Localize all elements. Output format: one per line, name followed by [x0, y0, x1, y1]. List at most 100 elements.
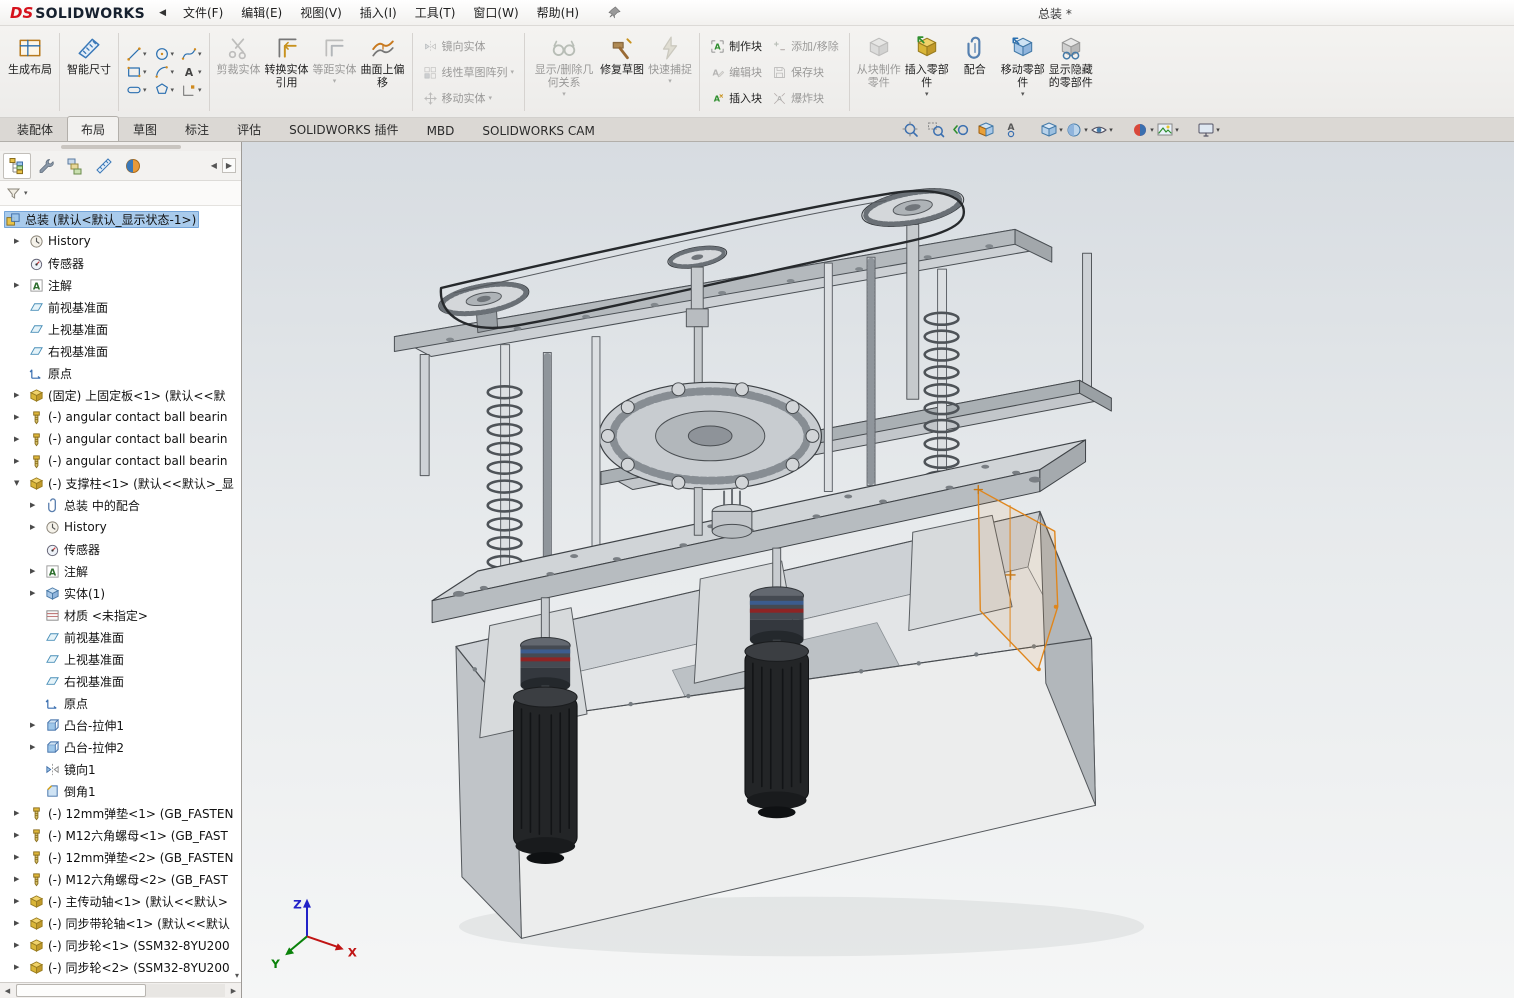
tree-item[interactable]: ▶ (-) angular contact ball bearin	[0, 428, 241, 450]
headsup-view-orientation-button[interactable]: ▾	[1039, 119, 1064, 140]
ribbon-button-show-hidden-components[interactable]: 显示隐藏的零部件	[1047, 29, 1095, 115]
expand-arrow-icon[interactable]: ▶	[14, 435, 27, 443]
ribbon-button-edit-block[interactable]: A 编辑块	[705, 60, 767, 85]
expand-arrow-icon[interactable]: ▶	[14, 281, 27, 289]
tree-item[interactable]: ▶ 总装 中的配合	[0, 494, 241, 516]
dropdown-arrow-icon[interactable]: ▾	[198, 68, 202, 76]
tree-item[interactable]: ▶ 凸台-拉伸1	[0, 714, 241, 736]
menu-item-file[interactable]: 文件(F)	[174, 0, 232, 25]
scroll-right-button[interactable]: ▶	[226, 984, 241, 998]
ribbon-button-insert-block[interactable]: A 插入块	[705, 86, 767, 111]
panel-tab-property-manager[interactable]	[32, 153, 60, 179]
ribbon-button-sketch-point[interactable]: ▾	[179, 82, 204, 98]
panel-tab-configuration-manager[interactable]	[61, 153, 89, 179]
ribbon-button-mate[interactable]: 配合	[951, 29, 999, 115]
tree-item[interactable]: ▼ (-) 支撑柱<1> (默认<<默认>_显	[0, 472, 241, 494]
dropdown-arrow-icon[interactable]: ▾	[171, 86, 175, 94]
tree-item[interactable]: 原点	[0, 692, 241, 714]
ribbon-button-sketch-spline[interactable]: ▾	[179, 46, 204, 62]
ribbon-button-move-component[interactable]: 移动零部件 ▾	[999, 29, 1047, 115]
dropdown-arrow-icon[interactable]: ▾	[1109, 126, 1113, 134]
ribbon-button-repair-sketch[interactable]: 修复草图	[598, 29, 646, 115]
ribbon-button-sketch-circle[interactable]: ▾	[152, 46, 177, 62]
ribbon-tab-5[interactable]: SOLIDWORKS 插件	[275, 116, 412, 141]
tree-item[interactable]: ▶ A 注解	[0, 274, 241, 296]
tree-item[interactable]: ▶ (固定) 上固定板<1> (默认<<默	[0, 384, 241, 406]
dropdown-arrow-icon[interactable]: ▾	[1175, 126, 1179, 134]
tree-item[interactable]: 总装 (默认<默认_显示状态-1>)	[0, 208, 241, 230]
ribbon-button-sketch-rectangle[interactable]: ▾	[124, 64, 149, 80]
ribbon-button-add-remove-entities[interactable]: 添加/移除	[767, 34, 844, 59]
expand-arrow-icon[interactable]: ▶	[14, 963, 27, 971]
tree-item[interactable]: 右视基准面	[0, 670, 241, 692]
tree-item[interactable]: 前视基准面	[0, 296, 241, 318]
expand-arrow-icon[interactable]: ▶	[30, 743, 43, 751]
ribbon-button-sketch-line[interactable]: ▾	[124, 46, 149, 62]
tree-item[interactable]: ▶ (-) angular contact ball bearin	[0, 406, 241, 428]
tree-item[interactable]: ▶ A 注解	[0, 560, 241, 582]
ribbon-tab-6[interactable]: MBD	[413, 119, 469, 141]
expand-arrow-icon[interactable]: ▶	[14, 413, 27, 421]
ribbon-button-quick-snaps[interactable]: 快速捕捉 ▾	[646, 29, 694, 115]
expand-arrow-icon[interactable]: ▶	[14, 391, 27, 399]
ribbon-tab-0[interactable]: 装配体	[3, 116, 67, 141]
ribbon-tab-1[interactable]: 布局	[67, 116, 120, 141]
tree-item[interactable]: 传感器	[0, 252, 241, 274]
expand-arrow-icon[interactable]: ▼	[14, 479, 27, 487]
ribbon-button-explode-block[interactable]: A 爆炸块	[767, 86, 844, 111]
menu-item-insert[interactable]: 插入(I)	[351, 0, 406, 25]
headsup-annotation-views-button[interactable]: A	[998, 119, 1023, 140]
ribbon-button-make-layout[interactable]: 生成布局	[6, 29, 54, 115]
tree-item[interactable]: ▶ (-) 12mm弹垫<1> (GB_FASTEN	[0, 802, 241, 824]
dropdown-arrow-icon[interactable]: ▾	[1059, 126, 1063, 134]
ribbon-tab-3[interactable]: 标注	[171, 116, 223, 141]
scrollbar-thumb[interactable]	[16, 984, 146, 997]
dropdown-arrow-icon[interactable]: ▾	[171, 68, 175, 76]
panel-tab-display-manager[interactable]	[119, 153, 147, 179]
headsup-display-style-button[interactable]: ▾	[1064, 119, 1089, 140]
tree-item[interactable]: ▶ (-) M12六角螺母<1> (GB_FAST	[0, 824, 241, 846]
ribbon-button-sketch-text[interactable]: A ▾	[179, 64, 204, 80]
assembly-model-3d[interactable]: Z X Y	[242, 142, 1514, 998]
ribbon-button-offset-entities[interactable]: 等距实体 ▾	[311, 29, 359, 115]
expand-arrow-icon[interactable]: ▶	[14, 919, 27, 927]
ribbon-button-smart-dimension[interactable]: 智能尺寸	[65, 29, 113, 115]
tree-item[interactable]: 上视基准面	[0, 648, 241, 670]
ribbon-button-display-delete-relations[interactable]: 显示/删除几何关系 ▾	[530, 29, 598, 115]
expand-arrow-icon[interactable]: ▶	[30, 567, 43, 575]
scroll-left-button[interactable]: ◀	[0, 984, 15, 998]
expand-arrow-icon[interactable]: ▶	[14, 853, 27, 861]
dropdown-arrow-icon[interactable]: ▾	[333, 77, 337, 85]
tree-item[interactable]: 右视基准面	[0, 340, 241, 362]
tree-item[interactable]: ▶ (-) 同步轮<1> (SSM32-8YU200	[0, 934, 241, 956]
tree-item[interactable]: ▶ 实体(1)	[0, 582, 241, 604]
dropdown-arrow-icon[interactable]: ▾	[511, 68, 515, 76]
expand-arrow-icon[interactable]: ▶	[14, 941, 27, 949]
dropdown-arrow-icon[interactable]: ▾	[198, 50, 202, 58]
ribbon-button-convert-entities[interactable]: 转换实体引用	[263, 29, 311, 115]
dropdown-arrow-icon[interactable]: ▾	[668, 77, 672, 85]
tree-item[interactable]: 镜向1	[0, 758, 241, 780]
headsup-view-settings-button[interactable]: ▾	[1196, 119, 1221, 140]
tree-item[interactable]: ▶ (-) 同步轮<2> (SSM32-8YU200	[0, 956, 241, 978]
expand-arrow-icon[interactable]: ▶	[14, 457, 27, 465]
tree-item[interactable]: ▶ 凸台-拉伸2	[0, 736, 241, 758]
ribbon-button-linear-sketch-pattern[interactable]: 线性草图阵列 ▾	[418, 60, 520, 85]
expand-arrow-icon[interactable]: ▶	[14, 809, 27, 817]
ribbon-button-part-from-block[interactable]: 从块制作零件	[855, 29, 903, 115]
panel-tab-dimxpert-manager[interactable]	[90, 153, 118, 179]
tree-item[interactable]: ▶ History	[0, 516, 241, 538]
expand-arrow-icon[interactable]: ▶	[30, 501, 43, 509]
ribbon-button-save-block[interactable]: 保存块	[767, 60, 844, 85]
ribbon-button-sketch-arc[interactable]: ▾	[152, 64, 177, 80]
ribbon-button-surface-offset[interactable]: 曲面上偏移	[359, 29, 407, 115]
tree-item[interactable]: ▶ (-) angular contact ball bearin	[0, 450, 241, 472]
dropdown-arrow-icon[interactable]: ▾	[1084, 126, 1088, 134]
graphics-viewport[interactable]: Z X Y	[242, 142, 1514, 998]
headsup-edit-appearance-button[interactable]: ▾	[1130, 119, 1155, 140]
ribbon-button-sketch-polygon[interactable]: ▾	[152, 82, 177, 98]
tree-item[interactable]: 传感器	[0, 538, 241, 560]
tree-item[interactable]: ▶ (-) 12mm弹垫<2> (GB_FASTEN	[0, 846, 241, 868]
menu-pin-icon[interactable]	[608, 6, 621, 19]
dropdown-arrow-icon[interactable]: ▾	[143, 50, 147, 58]
